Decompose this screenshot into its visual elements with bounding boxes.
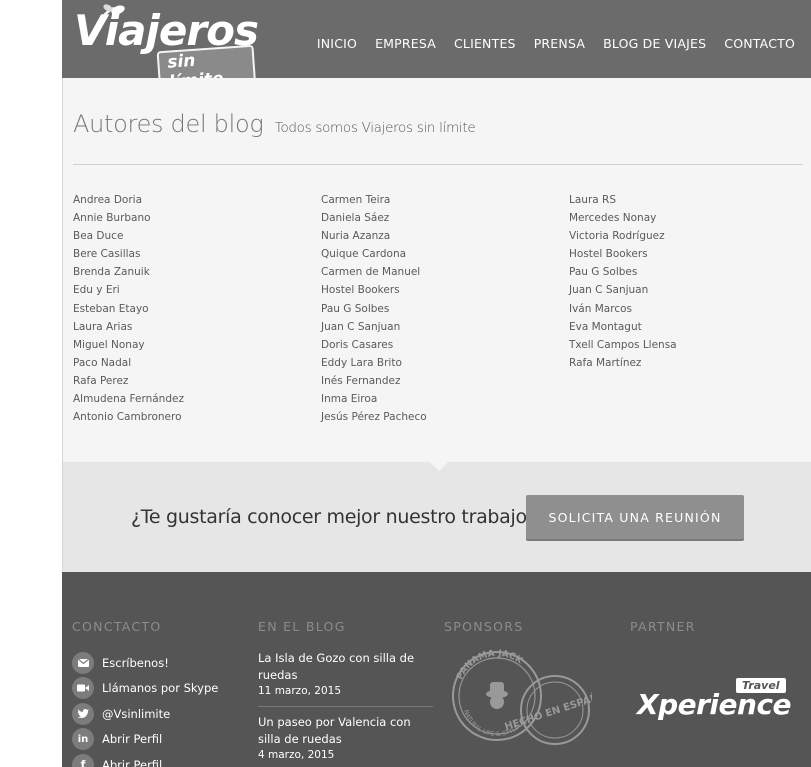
svg-text:PANAMA JACK: PANAMA JACK [455,649,525,681]
author-column-1: Andrea Doria Annie Burbano Bea Duce Bere… [73,191,313,426]
author-link[interactable]: Hostel Bookers [569,245,809,263]
cta-question: ¿Te gustaría conocer mejor nuestro traba… [131,506,537,528]
author-link[interactable]: Antonio Cambronero [73,408,313,426]
nav-prensa[interactable]: PRENSA [534,36,585,51]
author-link[interactable]: Victoria Rodríguez [569,227,809,245]
blog-posts: La Isla de Gozo con silla de ruedas 11 m… [258,650,433,767]
site-footer: CONCTACTO EN EL BLOG SPONSORS PARTNER Es… [62,572,811,767]
page-title: Autores del blog Todos somos Viajeros si… [73,110,476,138]
footer-heading-blog: EN EL BLOG [258,619,346,634]
author-link[interactable]: Mercedes Nonay [569,209,809,227]
footer-heading-sponsors: SPONSORS [444,619,524,634]
contact-label: Abrir Perfil [102,732,163,747]
blog-post-title[interactable]: Un paseo por Valencia con silla de rueda… [258,714,433,748]
nav-empresa[interactable]: EMPRESA [375,36,436,51]
nav-clientes[interactable]: CLIENTES [454,36,516,51]
author-link[interactable]: Edu y Eri [73,281,313,299]
nav-inicio[interactable]: INICIO [317,36,357,51]
twitter-icon [72,702,94,725]
contact-list: Escríbenos! Llámanos por Skype @Vsinlimi… [72,650,218,767]
request-meeting-button[interactable]: SOLICITA UNA REUNIÓN [526,495,744,539]
contact-label: @Vsinlimite [102,706,171,721]
section-notch [429,461,449,471]
contact-email[interactable]: Escríbenos! [72,650,218,676]
author-link[interactable]: Rafa Martínez [569,354,809,372]
nav-contacto[interactable]: CONTACTO [724,36,795,51]
contact-twitter[interactable]: @Vsinlimite [72,701,218,727]
author-link[interactable]: Pau G Solbes [321,300,561,318]
sponsor-logo[interactable]: PANAMA JACK NATURAL LIFE & STYLE HECHO E… [447,644,608,754]
cta-band: ¿Te gustaría conocer mejor nuestro traba… [62,461,811,572]
author-link[interactable]: Carmen de Manuel [321,263,561,281]
main-nav: INICIO EMPRESA CLIENTES PRENSA BLOG DE V… [317,36,795,51]
author-link[interactable]: Annie Burbano [73,209,313,227]
author-link[interactable]: Andrea Doria [73,191,313,209]
page-title-text: Autores del blog [73,110,264,138]
author-link[interactable]: Quique Cardona [321,245,561,263]
site-logo[interactable]: Viajeros sin límite [70,4,259,96]
author-link[interactable]: Hostel Bookers [321,281,561,299]
author-link[interactable]: Rafa Perez [73,372,313,390]
author-link[interactable]: Jesús Pérez Pacheco [321,408,561,426]
mail-icon [72,651,94,674]
page-frame: Viajeros sin límite INICIO EMPRESA CLIEN… [62,0,811,767]
facebook-icon: f [72,753,94,767]
author-link[interactable]: Pau G Solbes [569,263,809,281]
author-link[interactable]: Iván Marcos [569,300,809,318]
author-column-3: Laura RS Mercedes Nonay Victoria Rodrígu… [569,191,809,372]
contact-linkedin[interactable]: in Abrir Perfil [72,727,218,753]
page-subtitle: Todos somos Viajeros sin límite [274,120,476,136]
author-link[interactable]: Laura Arias [73,318,313,336]
divider [73,164,803,165]
partner-logo[interactable]: Travel Xperience [637,672,792,724]
partner-logo-text: Xperience [637,688,792,721]
contact-label: Escríbenos! [102,655,169,670]
author-link[interactable]: Txell Campos Llensa [569,336,809,354]
author-link[interactable]: Almudena Fernández [73,390,313,408]
author-link[interactable]: Inma Eiroa [321,390,561,408]
author-link[interactable]: Eva Montagut [569,318,809,336]
author-link[interactable]: Inés Fernandez [321,372,561,390]
author-link[interactable]: Juan C Sanjuan [321,318,561,336]
author-link[interactable]: Daniela Sáez [321,209,561,227]
sponsor-stamps-image: PANAMA JACK NATURAL LIFE & STYLE HECHO E… [452,649,608,745]
blog-post-title[interactable]: La Isla de Gozo con silla de ruedas [258,650,433,684]
author-link[interactable]: Bea Duce [73,227,313,245]
nav-blog-de-viajes[interactable]: BLOG DE VIAJES [603,36,706,51]
author-column-2: Carmen Teira Daniela Sáez Nuria Azanza Q… [321,191,561,426]
contact-facebook[interactable]: f Abrir Perfil [72,752,218,767]
site-header: Viajeros sin límite INICIO EMPRESA CLIEN… [62,0,811,96]
author-link[interactable]: Juan C Sanjuan [569,281,809,299]
linkedin-icon: in [72,728,94,751]
blog-post: La Isla de Gozo con silla de ruedas 11 m… [258,650,433,704]
author-link[interactable]: Esteban Etayo [73,300,313,318]
author-link[interactable]: Paco Nadal [73,354,313,372]
author-link[interactable]: Carmen Teira [321,191,561,209]
author-link[interactable]: Nuria Azanza [321,227,561,245]
footer-heading-partner: PARTNER [630,619,696,634]
author-link[interactable]: Laura RS [569,191,809,209]
author-link[interactable]: Bere Casillas [73,245,313,263]
contact-label: Abrir Perfil [102,757,163,767]
blog-post-date: 11 marzo, 2015 [258,685,342,697]
author-link[interactable]: Doris Casares [321,336,561,354]
sponsor-stamp-text: PANAMA JACK [455,649,525,681]
contact-label: Llámanos por Skype [102,681,219,696]
author-link[interactable]: Eddy Lara Brito [321,354,561,372]
blog-post: Un paseo por Valencia con silla de rueda… [258,706,433,767]
author-link[interactable]: Brenda Zanuik [73,263,313,281]
video-icon [72,677,94,700]
footer-heading-contact: CONCTACTO [72,619,162,634]
blog-post-date: 4 marzo, 2015 [258,749,335,761]
contact-skype[interactable]: Llámanos por Skype [72,676,218,702]
authors-section: Autores del blog Todos somos Viajeros si… [62,78,811,462]
author-link[interactable]: Miguel Nonay [73,336,313,354]
